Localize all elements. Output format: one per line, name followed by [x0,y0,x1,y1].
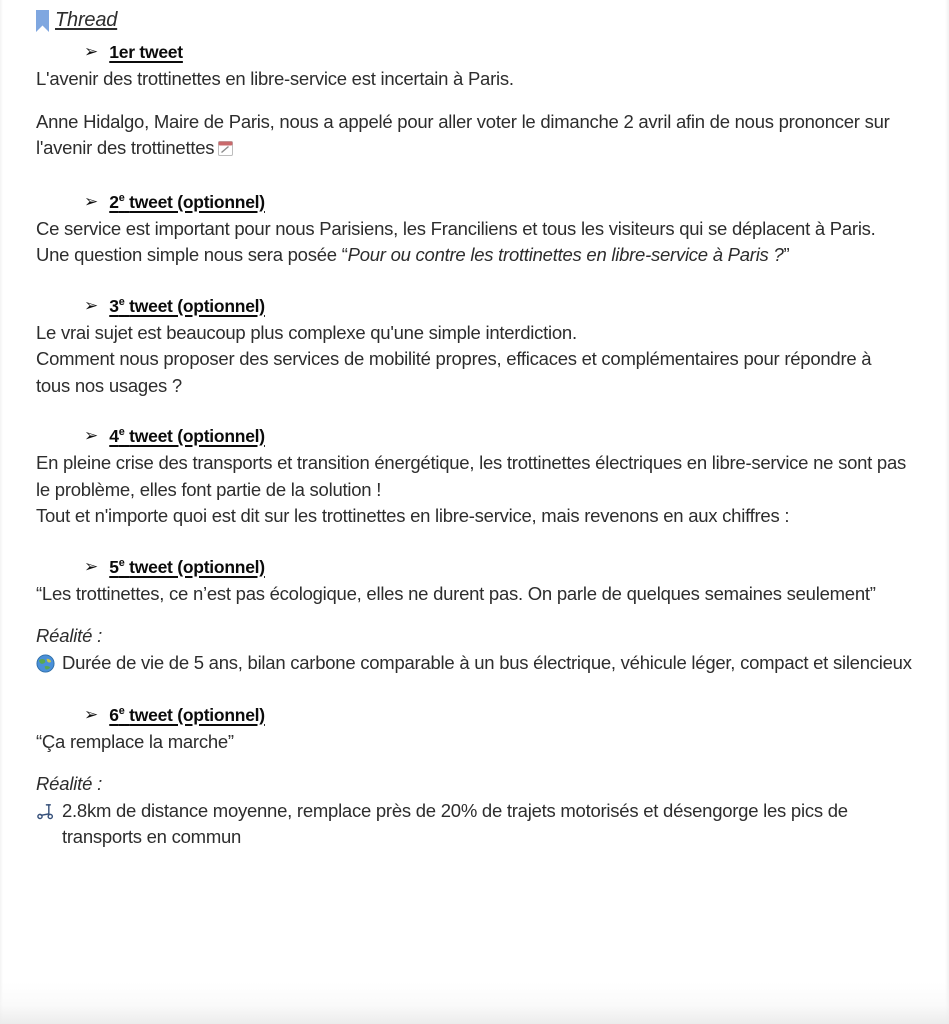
heading-text: tweet (optionnel) [129,556,265,577]
heading-label-tweet-1: 1er tweet [109,42,183,62]
paragraph-tweet-1-b-text: Anne Hidalgo, Maire de Paris, nous a app… [36,110,890,159]
quote-italic: Pour ou contre les trottinettes en libre… [347,244,784,265]
heading-label-tweet-2: 2e tweet (optionnel) [109,189,265,215]
paragraph-tweet-4-a: En pleine crise des transports et transi… [36,452,907,500]
heading-tweet-5: ➢ 5e tweet (optionnel) [36,554,916,581]
heading-number: 4 [109,426,119,446]
heading-number: 2 [109,191,119,212]
document-page: Thread ➢ 1er tweet L'avenir des trottine… [0,0,949,1024]
heading-tweet-2: ➢ 2e tweet (optionnel) [36,189,916,216]
heading-label-tweet-3: 3e tweet (optionnel) [109,293,265,319]
page-left-edge [0,0,3,1024]
heading-ordinal: e [118,191,125,204]
arrow-bullet-icon: ➢ [84,426,99,445]
heading-text: tweet (optionnel) [129,191,265,212]
reality-line-tweet-5: Durée de vie de 5 ans, bilan carbone com… [36,650,916,678]
quote-tweet-5: “Les trottinettes, ce n’est pas écologiq… [36,582,876,604]
reality-text-tweet-6: 2.8km de distance moyenne, remplace près… [62,799,848,848]
heading-label-tweet-6: 6e tweet (optionnel) [109,702,265,728]
paragraph-tweet-2-a: Ce service est important pour nous Paris… [36,217,876,239]
arrow-bullet-icon: ➢ [84,191,99,211]
heading-text: tweet (optionnel) [129,426,265,446]
paragraph-tweet-1-b: Anne Hidalgo, Maire de Paris, nous a app… [36,109,908,165]
heading-tweet-1: ➢ 1er tweet [36,39,916,66]
bookmark-icon [36,10,49,32]
page-bottom-shading [0,982,949,1024]
heading-label-tweet-4: 4e tweet (optionnel) [109,423,265,449]
reality-line-tweet-6: 2.8km de distance moyenne, remplace près… [36,798,916,851]
heading-text: tweet (optionnel) [129,295,265,316]
heading-ordinal: e [118,295,125,308]
arrow-bullet-icon: ➢ [84,42,99,61]
heading-tweet-6: ➢ 6e tweet (optionnel) [36,702,916,729]
quote-tweet-6: “Ça remplace la marche” [36,730,234,752]
heading-text: tweet (optionnel) [129,704,265,725]
arrow-bullet-icon: ➢ [84,295,99,315]
paragraph-tweet-1-a: L'avenir des trottinettes en libre-servi… [36,68,514,89]
heading-number: 5 [109,556,119,577]
page-title: Thread [55,9,118,31]
paragraph-tweet-3-a: Le vrai sujet est beaucoup plus complexe… [36,321,577,343]
globe-emoji [36,653,55,678]
paragraph-tweet-4-b: Tout et n'importe quoi est dit sur les t… [36,505,790,526]
reality-text-tweet-5: Durée de vie de 5 ans, bilan carbone com… [62,651,912,673]
reality-label-tweet-6: Réalité : [36,773,103,794]
heading-number: 6 [109,704,119,725]
paragraph-tweet-2-quote: Une question simple nous sera posée “Pou… [36,242,908,269]
heading-number: 3 [109,295,119,316]
document-body: Thread ➢ 1er tweet L'avenir des trottine… [36,7,916,851]
heading-ordinal: e [118,704,125,717]
page-right-edge [945,0,949,1024]
quote-close: ” [783,244,790,265]
quote-intro: Une question simple nous sera posée “ [36,244,348,265]
arrow-bullet-icon: ➢ [84,704,99,724]
heading-ordinal: e [118,556,125,569]
heading-tweet-3: ➢ 3e tweet (optionnel) [36,293,916,320]
arrow-bullet-icon: ➢ [84,556,99,576]
paragraph-tweet-3-b: Comment nous proposer des services de mo… [36,348,872,396]
heading-label-tweet-5: 5e tweet (optionnel) [109,554,265,580]
scooter-emoji [36,802,55,826]
reality-label-tweet-5: Réalité : [36,625,103,646]
heading-ordinal: e [118,426,125,439]
calendar-emoji [217,138,234,165]
document-title-row: Thread [36,7,916,37]
heading-tweet-4: ➢ 4e tweet (optionnel) [36,423,916,450]
